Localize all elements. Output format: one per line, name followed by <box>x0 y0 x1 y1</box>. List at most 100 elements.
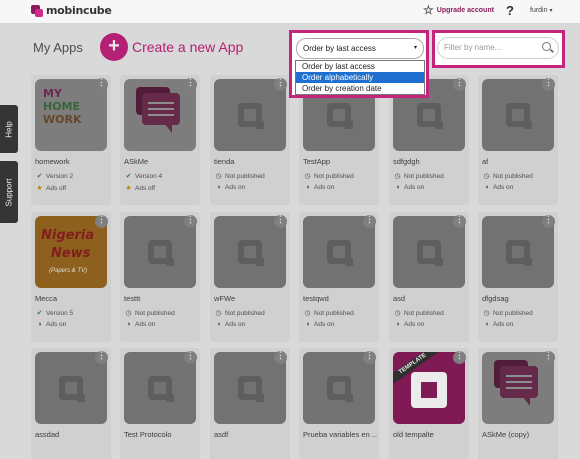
app-thumbnail[interactable] <box>482 79 554 151</box>
more-options-icon[interactable]: ⋮ <box>363 351 376 364</box>
app-ads-label: Ads on <box>314 321 335 328</box>
app-name[interactable]: assdad <box>35 430 109 439</box>
more-options-icon[interactable]: ⋮ <box>453 351 466 364</box>
filter-input[interactable]: Filter by name... <box>437 37 559 59</box>
sort-option-creation-date[interactable]: Order by creation date <box>296 83 424 94</box>
app-placeholder-icon <box>417 103 443 129</box>
app-thumbnail[interactable] <box>214 79 286 151</box>
app-card[interactable]: ⋮ wFWe ◷ Not published ◑ Ads on <box>210 212 290 342</box>
app-thumbnail[interactable] <box>482 352 554 424</box>
app-card[interactable]: ⋮ testqwd ◷ Not published ◑ Ads on <box>299 212 379 342</box>
app-card[interactable]: ⋮ ASkMe (copy) <box>478 348 558 459</box>
app-card[interactable]: ⋮ ASkMe ✔ Version 4 ★ Ads off <box>120 75 200 205</box>
app-name[interactable]: ASkMe <box>124 157 198 166</box>
more-options-icon[interactable]: ⋮ <box>95 215 108 228</box>
app-name[interactable]: af <box>482 157 556 166</box>
app-card[interactable]: ⋮ asd ◷ Not published ◑ Ads on <box>389 212 469 342</box>
app-thumbnail[interactable] <box>482 216 554 288</box>
app-thumbnail[interactable]: Nigeria News (Papers & TV) <box>35 216 107 288</box>
more-options-icon[interactable]: ⋮ <box>453 78 466 91</box>
more-options-icon[interactable]: ⋮ <box>542 78 555 91</box>
app-name[interactable]: sdfgdgh <box>393 157 467 166</box>
app-ads: ★ Ads off <box>124 184 155 193</box>
sort-option-alphabetical[interactable]: Order alphabetically <box>296 72 424 83</box>
app-thumbnail[interactable]: TEMPLATE <box>393 352 465 424</box>
more-options-icon[interactable]: ⋮ <box>274 215 287 228</box>
app-thumbnail[interactable] <box>303 352 375 424</box>
app-name[interactable]: Mecca <box>35 294 109 303</box>
megaphone-icon: ◑ <box>395 321 400 328</box>
app-thumbnail[interactable] <box>393 216 465 288</box>
app-placeholder-icon <box>411 372 447 408</box>
app-card[interactable]: TEMPLATE ⋮ old tempalte <box>389 348 469 459</box>
app-name[interactable]: asd <box>393 294 467 303</box>
more-options-icon[interactable]: ⋮ <box>274 351 287 364</box>
logo-text: mobincube <box>46 4 112 17</box>
more-options-icon[interactable]: ⋮ <box>95 78 108 91</box>
support-tab[interactable]: Support <box>0 161 18 223</box>
app-status-label: Version 2 <box>46 172 74 180</box>
search-icon[interactable] <box>542 42 551 51</box>
app-thumbnail[interactable] <box>124 79 196 151</box>
upgrade-account-link[interactable]: ☆ Upgrade account <box>423 4 494 16</box>
app-name[interactable]: old tempalte <box>393 430 467 439</box>
app-thumbnail[interactable] <box>214 352 286 424</box>
app-name[interactable]: Test Protocolo <box>124 430 198 439</box>
app-name[interactable]: ASkMe (copy) <box>482 430 556 439</box>
sort-option-last-access[interactable]: Order by last access <box>296 61 424 72</box>
app-card[interactable]: ⋮ tienda ◷ Not published ◑ Ads on <box>210 75 290 205</box>
plus-icon: + <box>100 33 128 61</box>
app-card[interactable]: ⋮ dfgdsag ◷ Not published ◑ Ads on <box>478 212 558 342</box>
app-card[interactable]: ⋮ testtt ◷ Not published ◑ Ads on <box>120 212 200 342</box>
app-name[interactable]: testtt <box>124 294 198 303</box>
app-ads-label: Ads on <box>46 321 67 328</box>
app-card[interactable]: ⋮ af ◷ Not published ◑ Ads on <box>478 75 558 205</box>
help-tab-label: Help <box>4 120 14 138</box>
more-options-icon[interactable]: ⋮ <box>184 215 197 228</box>
app-thumbnail[interactable] <box>124 352 196 424</box>
app-name[interactable]: TestApp <box>303 157 377 166</box>
app-placeholder-icon <box>238 103 264 129</box>
app-card[interactable]: ⋮ assdad <box>31 348 111 459</box>
app-ads: ◑ Ads on <box>214 321 245 328</box>
app-status: ◷ Not published <box>482 172 532 181</box>
more-options-icon[interactable]: ⋮ <box>95 351 108 364</box>
app-name[interactable]: testqwd <box>303 294 377 303</box>
more-options-icon[interactable]: ⋮ <box>542 215 555 228</box>
app-thumbnail[interactable]: MY HOME WORK <box>35 79 107 151</box>
app-card[interactable]: MY HOME WORK ⋮ homework ✔ Version 2 ★ Ads off <box>31 75 111 205</box>
sort-select[interactable]: Order by last access ▾ <box>296 38 424 59</box>
app-name[interactable]: wFWe <box>214 294 288 303</box>
top-bar: mobincube ☆ Upgrade account ? furdin ▾ <box>0 0 580 24</box>
app-name[interactable]: Prueba variables en ... <box>303 430 377 439</box>
help-tab[interactable]: Help <box>0 105 18 153</box>
more-options-icon[interactable]: ⋮ <box>184 351 197 364</box>
app-status-label: Version 5 <box>46 309 74 317</box>
more-options-icon[interactable]: ⋮ <box>542 351 555 364</box>
app-card[interactable]: ⋮ Prueba variables en ... <box>299 348 379 459</box>
app-name[interactable]: asdf <box>214 430 288 439</box>
app-card[interactable]: ⋮ asdf <box>210 348 290 459</box>
app-ads: ◑ Ads on <box>482 321 513 328</box>
app-name[interactable]: homework <box>35 157 109 166</box>
app-ads: ◑ Ads on <box>124 321 155 328</box>
app-ads: ◑ Ads on <box>482 184 513 191</box>
create-app-button[interactable]: + Create a new App <box>100 33 243 61</box>
app-name[interactable]: tienda <box>214 157 288 166</box>
app-status: ◷ Not published <box>214 309 264 318</box>
app-thumbnail[interactable] <box>303 216 375 288</box>
more-options-icon[interactable]: ⋮ <box>274 78 287 91</box>
app-thumbnail[interactable] <box>35 352 107 424</box>
app-card[interactable]: ⋮ Test Protocolo <box>120 348 200 459</box>
more-options-icon[interactable]: ⋮ <box>363 215 376 228</box>
logo[interactable]: mobincube <box>31 4 112 17</box>
app-thumbnail[interactable] <box>214 216 286 288</box>
app-card[interactable]: Nigeria News (Papers & TV) ⋮ Mecca ✔ Version 5… <box>31 212 111 342</box>
app-name[interactable]: dfgdsag <box>482 294 556 303</box>
more-options-icon[interactable]: ⋮ <box>184 78 197 91</box>
app-thumbnail[interactable] <box>124 216 196 288</box>
help-button[interactable]: ? <box>506 3 514 18</box>
app-placeholder-icon <box>327 376 353 402</box>
user-menu[interactable]: furdin ▾ <box>530 7 553 14</box>
more-options-icon[interactable]: ⋮ <box>453 215 466 228</box>
